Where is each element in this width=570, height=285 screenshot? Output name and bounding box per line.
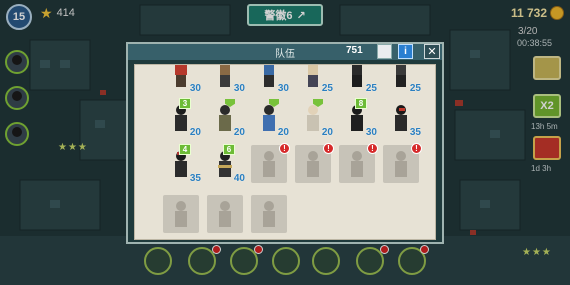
close-button[interactable]: ✕ [424,44,440,59]
locked-unit-silhouette [263,201,275,227]
alert-icon: ! [411,143,422,154]
alert-icon: ! [367,143,378,154]
roster-slot[interactable]: 20 [207,99,245,138]
roster-slot[interactable]: 8 30 [339,98,377,138]
officer-sprite [219,105,231,131]
roster-slot[interactable]: 20 [295,99,333,138]
roster-slot[interactable]: 35 [383,99,421,138]
locked-unit-silhouette [263,151,275,177]
info-button[interactable]: i [398,44,413,59]
locked-unit-silhouette [175,201,187,227]
roster-slot[interactable]: 30 [207,65,245,94]
officer-sprite [175,65,187,87]
unit-level: 25 [409,83,421,94]
unit-level: 20 [233,127,245,138]
locked-unit-silhouette [307,151,319,177]
rank-badge: 8 [355,98,367,109]
officer-sprite [307,105,319,131]
locked-slot[interactable]: ! [295,143,334,183]
squad-count: 751 [346,45,363,56]
roster-slot[interactable]: 30 [251,65,289,94]
squad-dialog: 队伍 751 i ✕ 30 30 30 25 25 25 3 20 20 20 … [126,42,444,244]
officer-sprite [263,105,275,131]
locked-unit-silhouette [351,151,363,177]
unit-level: 25 [321,83,333,94]
close-icon: ✕ [427,46,437,58]
dialog-title: 队伍 [275,49,295,60]
officer-sprite [352,65,362,87]
unit-level: 40 [233,173,245,184]
rank-badge: 3 [179,98,191,109]
locked-slot[interactable] [251,195,287,233]
locked-unit-silhouette [219,201,231,227]
officer-sprite [308,65,318,87]
rank-badge: 6 [223,144,235,155]
officer-sprite [395,105,407,131]
locked-slot[interactable]: ! [383,143,422,183]
roster-slot[interactable]: 25 [295,65,333,94]
unit-level: 20 [277,127,289,138]
roster-slot[interactable]: 25 [339,65,377,94]
roster-slot[interactable]: 25 [383,65,421,94]
locked-slot[interactable] [163,195,199,233]
roster-slot[interactable]: 20 [251,99,289,138]
unit-level: 20 [189,127,201,138]
unit-level: 30 [233,83,245,94]
unit-level: 30 [189,83,201,94]
unit-level: 30 [277,83,289,94]
roster-slot[interactable]: 6 40 [207,144,245,184]
roster-slot[interactable]: 4 35 [163,144,201,184]
roster-slot[interactable]: 3 20 [163,98,201,138]
locked-slot[interactable]: ! [251,143,290,183]
alert-icon: ! [323,143,334,154]
roster-grid: 30 30 30 25 25 25 3 20 20 20 20 8 30 35 … [134,64,436,240]
unit-level: 30 [365,127,377,138]
unit-level: 35 [409,127,421,138]
unit-level: 35 [189,173,201,184]
roster-slot[interactable]: 30 [163,65,201,94]
officer-sprite [220,65,230,87]
locked-slot[interactable]: ! [339,143,378,183]
officer-sprite [396,65,406,87]
crate-icon [377,44,392,59]
unit-level: 25 [365,83,377,94]
rank-badge: 4 [179,144,191,155]
alert-icon: ! [279,143,290,154]
locked-unit-silhouette [395,151,407,177]
officer-sprite [264,65,274,87]
locked-slot[interactable] [207,195,243,233]
unit-level: 20 [321,127,333,138]
